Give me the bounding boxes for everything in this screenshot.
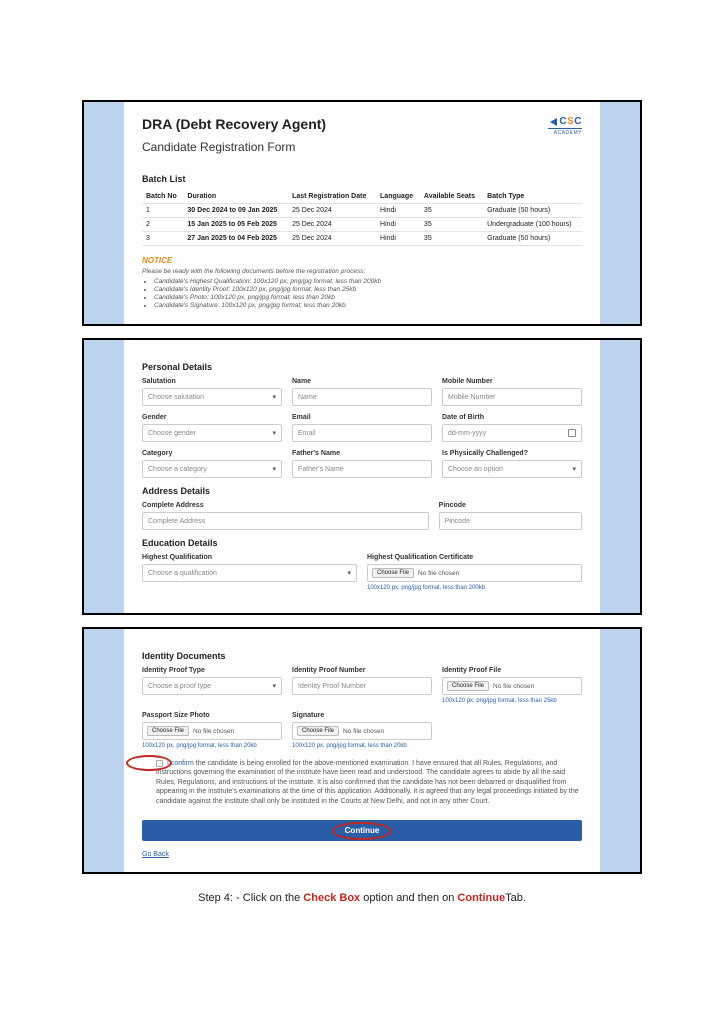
batch-list-heading: Batch List <box>142 174 582 184</box>
name-label: Name <box>292 378 432 385</box>
passport-photo-label: Passport Size Photo <box>142 712 282 719</box>
dob-input[interactable]: dd-mm-yyyy <box>442 424 582 442</box>
signature-file[interactable]: Choose File No file chosen <box>292 722 432 740</box>
calendar-icon <box>568 429 576 437</box>
address-label: Complete Address <box>142 502 429 509</box>
gender-select[interactable]: Choose gender <box>142 424 282 442</box>
father-input[interactable]: Father's Name <box>292 460 432 478</box>
declaration-row: I confirm the candidate is being enrolle… <box>142 759 582 806</box>
signature-label: Signature <box>292 712 432 719</box>
dob-label: Date of Birth <box>442 414 582 421</box>
id-proof-file[interactable]: Choose File No file chosen <box>442 677 582 695</box>
id-proof-file-label: Identity Proof File <box>442 667 582 674</box>
batch-list-table: Batch No Duration Last Registration Date… <box>142 190 582 246</box>
screenshot-panel-1: DRA (Debt Recovery Agent) Candidate Regi… <box>82 100 642 326</box>
father-label: Father's Name <box>292 450 432 457</box>
table-row: 130 Dec 2024 to 09 Jan 202525 Dec 2024Hi… <box>142 204 582 218</box>
notice-list: Candidate's Highest Qualification: 100x1… <box>142 278 582 309</box>
education-details-heading: Education Details <box>142 538 582 548</box>
form-card: Personal Details Salutation Choose salut… <box>124 340 600 613</box>
continue-button[interactable]: Continue <box>142 820 582 841</box>
notice-intro: Please be ready with the following docum… <box>142 268 582 275</box>
name-input[interactable]: Name <box>292 388 432 406</box>
id-proof-number-input[interactable]: Identity Proof Number <box>292 677 432 695</box>
qualification-cert-label: Highest Qualification Certificate <box>367 554 582 561</box>
annotation-circle-icon <box>332 822 392 840</box>
annotation-circle-icon <box>126 755 172 771</box>
email-label: Email <box>292 414 432 421</box>
personal-details-heading: Personal Details <box>142 362 582 372</box>
go-back-link[interactable]: Go Back <box>142 851 169 858</box>
file-hint: 100x120 px, png/jpg format, less than 20… <box>367 585 582 591</box>
choose-file-button[interactable]: Choose File <box>147 726 189 736</box>
category-label: Category <box>142 450 282 457</box>
mobile-label: Mobile Number <box>442 378 582 385</box>
salutation-label: Salutation <box>142 378 282 385</box>
screenshot-panel-3: Identity Documents Identity Proof Type C… <box>82 627 642 874</box>
form-card: Identity Documents Identity Proof Type C… <box>124 629 600 872</box>
physically-challenged-label: Is Physically Challenged? <box>442 450 582 457</box>
logo-arrow-icon <box>550 118 557 126</box>
choose-file-button[interactable]: Choose File <box>297 726 339 736</box>
pincode-input[interactable]: Pincode <box>439 512 582 530</box>
form-card: DRA (Debt Recovery Agent) Candidate Regi… <box>124 102 600 324</box>
page-title: DRA (Debt Recovery Agent) <box>142 116 326 132</box>
file-hint: 100x120 px, png/jpg format, less than 20… <box>142 743 282 749</box>
table-row: 215 Jan 2025 to 05 Feb 202525 Dec 2024Hi… <box>142 218 582 232</box>
address-details-heading: Address Details <box>142 486 582 496</box>
id-proof-number-label: Identity Proof Number <box>292 667 432 674</box>
file-hint: 100x120 px, png/jpg format, less than 25… <box>442 698 582 704</box>
file-hint: 100x120 px, png/jpg format, less than 20… <box>292 743 432 749</box>
qualification-cert-file[interactable]: Choose File No file chosen <box>367 564 582 582</box>
notice-heading: NOTICE <box>142 256 582 265</box>
salutation-select[interactable]: Choose salutation <box>142 388 282 406</box>
address-input[interactable]: Complete Address <box>142 512 429 530</box>
physically-challenged-select[interactable]: Choose an option <box>442 460 582 478</box>
screenshot-panel-2: Personal Details Salutation Choose salut… <box>82 338 642 615</box>
highest-qualification-label: Highest Qualification <box>142 554 357 561</box>
choose-file-button[interactable]: Choose File <box>447 681 489 691</box>
pincode-label: Pincode <box>439 502 582 509</box>
id-proof-type-select[interactable]: Choose a proof type <box>142 677 282 695</box>
passport-photo-file[interactable]: Choose File No file chosen <box>142 722 282 740</box>
csc-academy-logo: CSC ACADEMY <box>548 116 582 136</box>
identity-documents-heading: Identity Documents <box>142 651 582 661</box>
email-input[interactable]: Email <box>292 424 432 442</box>
gender-label: Gender <box>142 414 282 421</box>
choose-file-button[interactable]: Choose File <box>372 568 414 578</box>
category-select[interactable]: Choose a category <box>142 460 282 478</box>
id-proof-type-label: Identity Proof Type <box>142 667 282 674</box>
step-instruction: Step 4: - Click on the Check Box option … <box>82 892 642 904</box>
page-subtitle: Candidate Registration Form <box>142 140 326 154</box>
declaration-text: the candidate is being enrolled for the … <box>156 760 579 805</box>
mobile-input[interactable]: Mobile Number <box>442 388 582 406</box>
highest-qualification-select[interactable]: Choose a qualification <box>142 564 357 582</box>
table-row: 327 Jan 2025 to 04 Feb 202525 Dec 2024Hi… <box>142 232 582 246</box>
